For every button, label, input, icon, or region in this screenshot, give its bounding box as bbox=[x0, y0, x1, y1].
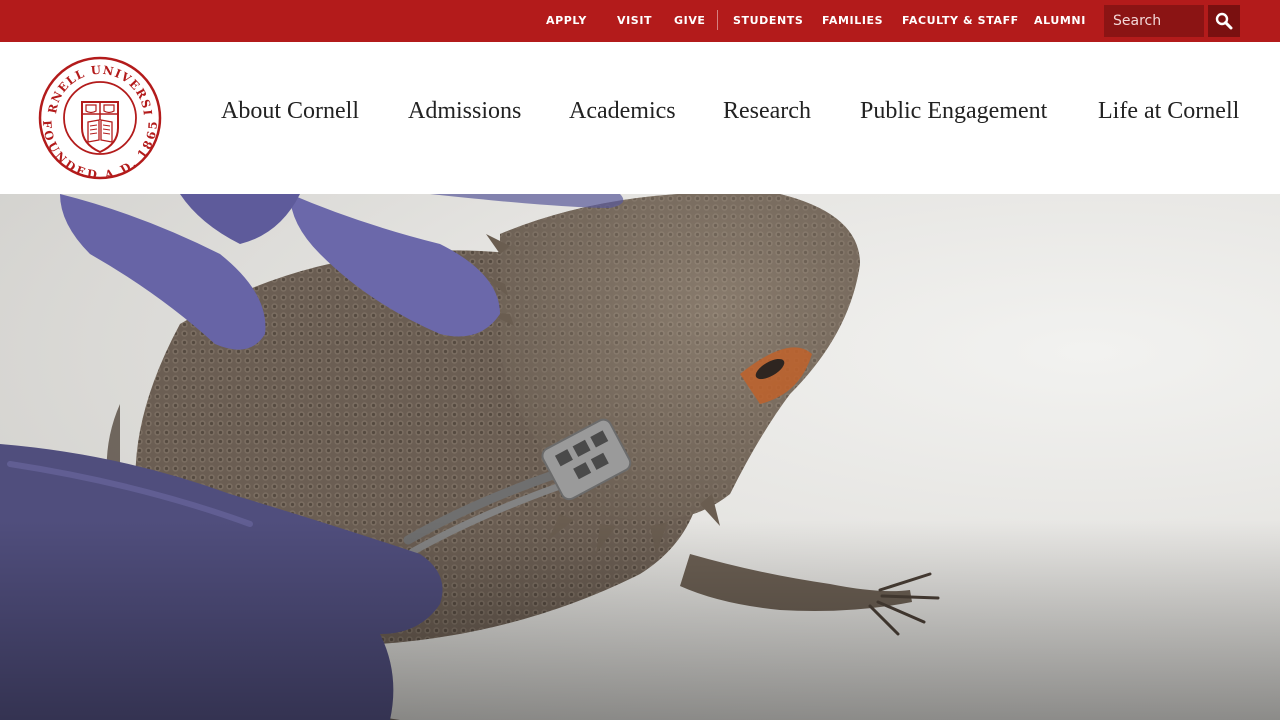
hero-image bbox=[0, 194, 1280, 720]
utility-link-give[interactable]: GIVE bbox=[674, 14, 706, 27]
search-input[interactable] bbox=[1104, 5, 1204, 37]
cornell-seal-logo[interactable]: CORNELL UNIVERSITY FOUNDED A.D. 1865 bbox=[38, 56, 162, 180]
utility-bar: APPLY VISIT GIVE STUDENTS FAMILIES FACUL… bbox=[0, 0, 1280, 42]
utility-link-faculty-staff[interactable]: FACULTY & STAFF bbox=[902, 14, 1019, 27]
nav-item-research[interactable]: Research bbox=[723, 98, 811, 125]
site-header: CORNELL UNIVERSITY FOUNDED A.D. 1865 Abo… bbox=[0, 42, 1280, 194]
utility-link-alumni[interactable]: ALUMNI bbox=[1034, 14, 1086, 27]
hero-photo-lizard bbox=[0, 194, 940, 720]
nav-item-life-at-cornell[interactable]: Life at Cornell bbox=[1098, 98, 1239, 125]
magnifier-icon bbox=[1215, 12, 1233, 30]
utility-link-visit[interactable]: VISIT bbox=[617, 14, 652, 27]
utility-divider bbox=[717, 10, 718, 30]
utility-link-apply[interactable]: APPLY bbox=[546, 14, 587, 27]
utility-link-families[interactable]: FAMILIES bbox=[822, 14, 883, 27]
search-button[interactable] bbox=[1208, 5, 1240, 37]
nav-item-admissions[interactable]: Admissions bbox=[408, 98, 521, 125]
nav-item-about-cornell[interactable]: About Cornell bbox=[221, 98, 359, 125]
nav-item-academics[interactable]: Academics bbox=[569, 98, 676, 125]
nav-item-public-engagement[interactable]: Public Engagement bbox=[860, 98, 1047, 125]
utility-link-students[interactable]: STUDENTS bbox=[733, 14, 803, 27]
